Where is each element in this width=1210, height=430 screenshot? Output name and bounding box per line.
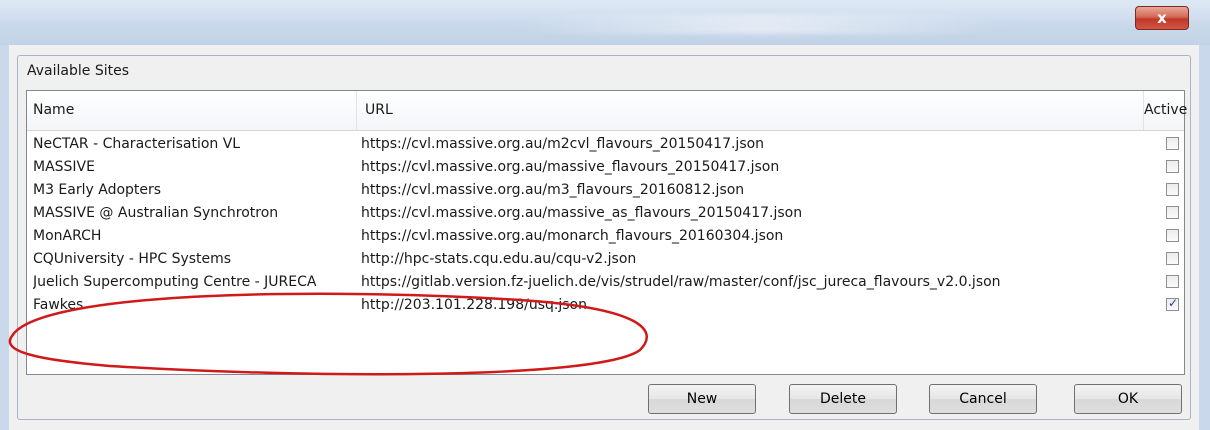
table-row[interactable]: MonARCH https://cvl.massive.org.au/monar… [27,225,1184,248]
active-checkbox[interactable] [1166,160,1179,173]
active-checkbox[interactable] [1166,183,1179,196]
site-name: Fawkes [33,297,84,313]
site-url: https://cvl.massive.org.au/m3_flavours_2… [361,182,745,198]
active-checkbox[interactable] [1166,252,1179,265]
table-row[interactable]: MASSIVE https://cvl.massive.org.au/massi… [27,156,1184,179]
column-header-name[interactable]: Name [27,91,357,130]
active-checkbox[interactable] [1166,296,1179,311]
site-url: https://cvl.massive.org.au/massive_as_fl… [361,205,803,221]
table-row[interactable]: M3 Early Adopters https://cvl.massive.or… [27,179,1184,202]
title-bar[interactable]: x [0,0,1210,45]
site-url: https://gitlab.version.fz-juelich.de/vis… [361,274,1001,290]
column-header-url[interactable]: URL [357,91,1144,130]
group-title: Available Sites [27,63,129,79]
delete-button[interactable]: Delete [789,384,897,414]
table-row[interactable]: CQUniversity - HPC Systems http://hpc-st… [27,248,1184,271]
site-name: NeCTAR - Characterisation VL [33,136,241,152]
table-row[interactable]: NeCTAR - Characterisation VL https://cvl… [27,133,1184,156]
active-checkbox[interactable] [1166,275,1179,288]
site-url: http://203.101.228.198/usq.json [361,297,587,313]
table-row[interactable]: Juelich Supercomputing Centre - JURECA h… [27,271,1184,294]
table-header: Name URL Active [27,91,1187,131]
close-button[interactable]: x [1135,6,1189,30]
site-url: https://cvl.massive.org.au/m2cvl_flavour… [361,136,765,152]
site-url: http://hpc-stats.cqu.edu.au/cqu-v2.json [361,251,637,267]
site-url: https://cvl.massive.org.au/monarch_flavo… [361,228,784,244]
table-row[interactable]: Fawkes http://203.101.228.198/usq.json [27,294,1184,317]
site-name: M3 Early Adopters [33,182,162,198]
window-frame-right [1199,45,1210,430]
site-name: MASSIVE @ Australian Synchrotron [33,205,279,221]
close-icon: x [1157,9,1167,27]
column-header-active[interactable]: Active [1144,91,1187,130]
ok-button[interactable]: OK [1074,384,1182,414]
title-bar-blurred-text [520,14,1000,34]
active-checkbox[interactable] [1166,137,1179,150]
site-name: MASSIVE [33,159,95,175]
active-checkbox[interactable] [1166,229,1179,242]
site-name: CQUniversity - HPC Systems [33,251,232,267]
site-name: Juelich Supercomputing Centre - JURECA [33,274,317,290]
window-frame-left [0,45,9,430]
table-row[interactable]: MASSIVE @ Australian Synchrotron https:/… [27,202,1184,225]
dialog-panel: Available Sites Name URL Active NeCTAR -… [9,45,1199,430]
new-button[interactable]: New [648,384,756,414]
cancel-button[interactable]: Cancel [929,384,1037,414]
site-url: https://cvl.massive.org.au/massive_flavo… [361,159,780,175]
site-name: MonARCH [33,228,102,244]
active-checkbox[interactable] [1166,206,1179,219]
sites-table[interactable]: Name URL Active NeCTAR - Characterisatio… [26,90,1187,375]
